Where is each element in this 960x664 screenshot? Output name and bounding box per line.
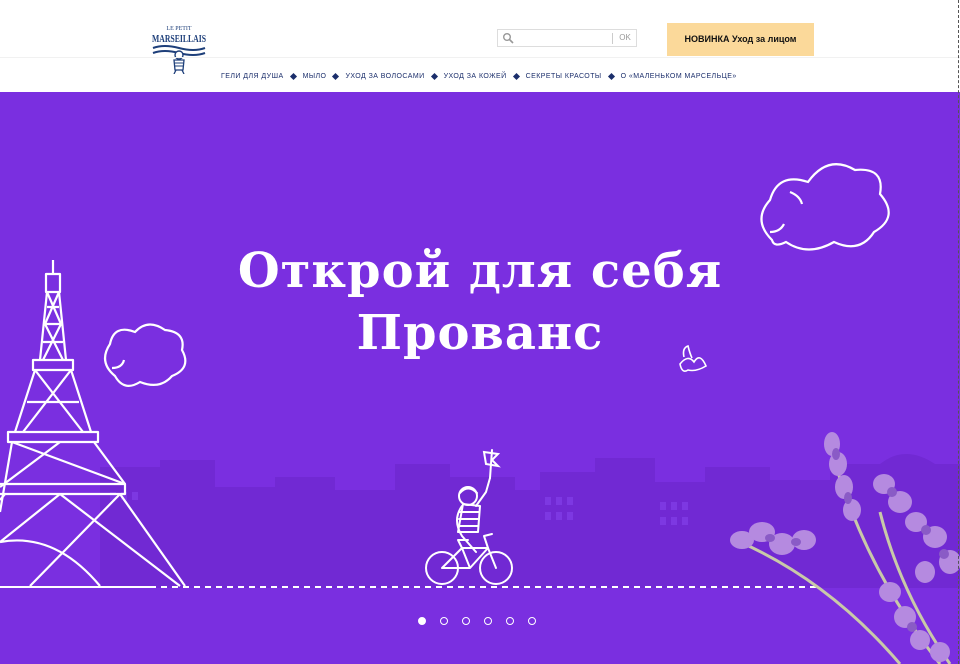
search-icon xyxy=(503,33,514,44)
carousel-dot-2[interactable] xyxy=(440,617,448,625)
carousel-pagination xyxy=(418,617,550,625)
viewport-edge-guide xyxy=(958,0,959,664)
search-input[interactable] xyxy=(518,31,610,45)
cloud-icon xyxy=(103,323,187,387)
nav-separator xyxy=(512,72,520,80)
promo-face-care-button[interactable]: НОВИНКА Уход за лицом xyxy=(667,23,814,56)
carousel-dot-5[interactable] xyxy=(506,617,514,625)
nav-item-skin-care[interactable]: УХОД ЗА КОЖЕЙ xyxy=(444,73,507,80)
hero-illustration xyxy=(0,163,960,664)
site-header: LE PETIT MARSEILLAIS OK НОВИНКА Уход за … xyxy=(0,0,960,92)
svg-text:MARSEILLAIS: MARSEILLAIS xyxy=(152,33,206,45)
nav-item-soap[interactable]: МЫЛО xyxy=(303,73,327,80)
nav-item-hair-care[interactable]: УХОД ЗА ВОЛОСАМИ xyxy=(345,73,424,80)
city-skyline xyxy=(100,454,960,588)
header-divider xyxy=(0,57,960,58)
nav-item-beauty-secrets[interactable]: СЕКРЕТЫ КРАСОТЫ xyxy=(526,73,602,80)
hero-headline: Открой для себя Прованс xyxy=(180,240,780,364)
logo-emblem: LE PETIT MARSEILLAIS xyxy=(152,26,206,75)
carousel-dot-1[interactable] xyxy=(418,617,426,625)
search-box[interactable]: OK xyxy=(497,29,637,47)
nav-item-about[interactable]: О «МАЛЕНЬКОМ МАРСЕЛЬЦЕ» xyxy=(621,73,737,80)
svg-text:LE PETIT: LE PETIT xyxy=(166,26,191,32)
hero-headline-line1: Открой для себя xyxy=(237,243,723,299)
carousel-dot-6[interactable] xyxy=(528,617,536,625)
hero-banner[interactable]: Открой для себя Прованс xyxy=(0,92,960,664)
nav-separator xyxy=(607,72,615,80)
hero-headline-line2: Прованс xyxy=(356,305,604,361)
nav-item-shower-gels[interactable]: ГЕЛИ ДЛЯ ДУША xyxy=(221,73,284,80)
carousel-dot-4[interactable] xyxy=(484,617,492,625)
main-nav: ГЕЛИ ДЛЯ ДУША МЫЛО УХОД ЗА ВОЛОСАМИ УХОД… xyxy=(221,71,737,81)
cloud-icon xyxy=(760,163,890,251)
brand-logo[interactable]: LE PETIT MARSEILLAIS xyxy=(150,22,208,75)
nav-separator xyxy=(332,72,340,80)
search-submit-button[interactable]: OK xyxy=(614,32,636,44)
nav-separator xyxy=(430,72,438,80)
search-divider xyxy=(612,33,613,44)
carousel-dot-3[interactable] xyxy=(462,617,470,625)
nav-separator xyxy=(289,72,297,80)
